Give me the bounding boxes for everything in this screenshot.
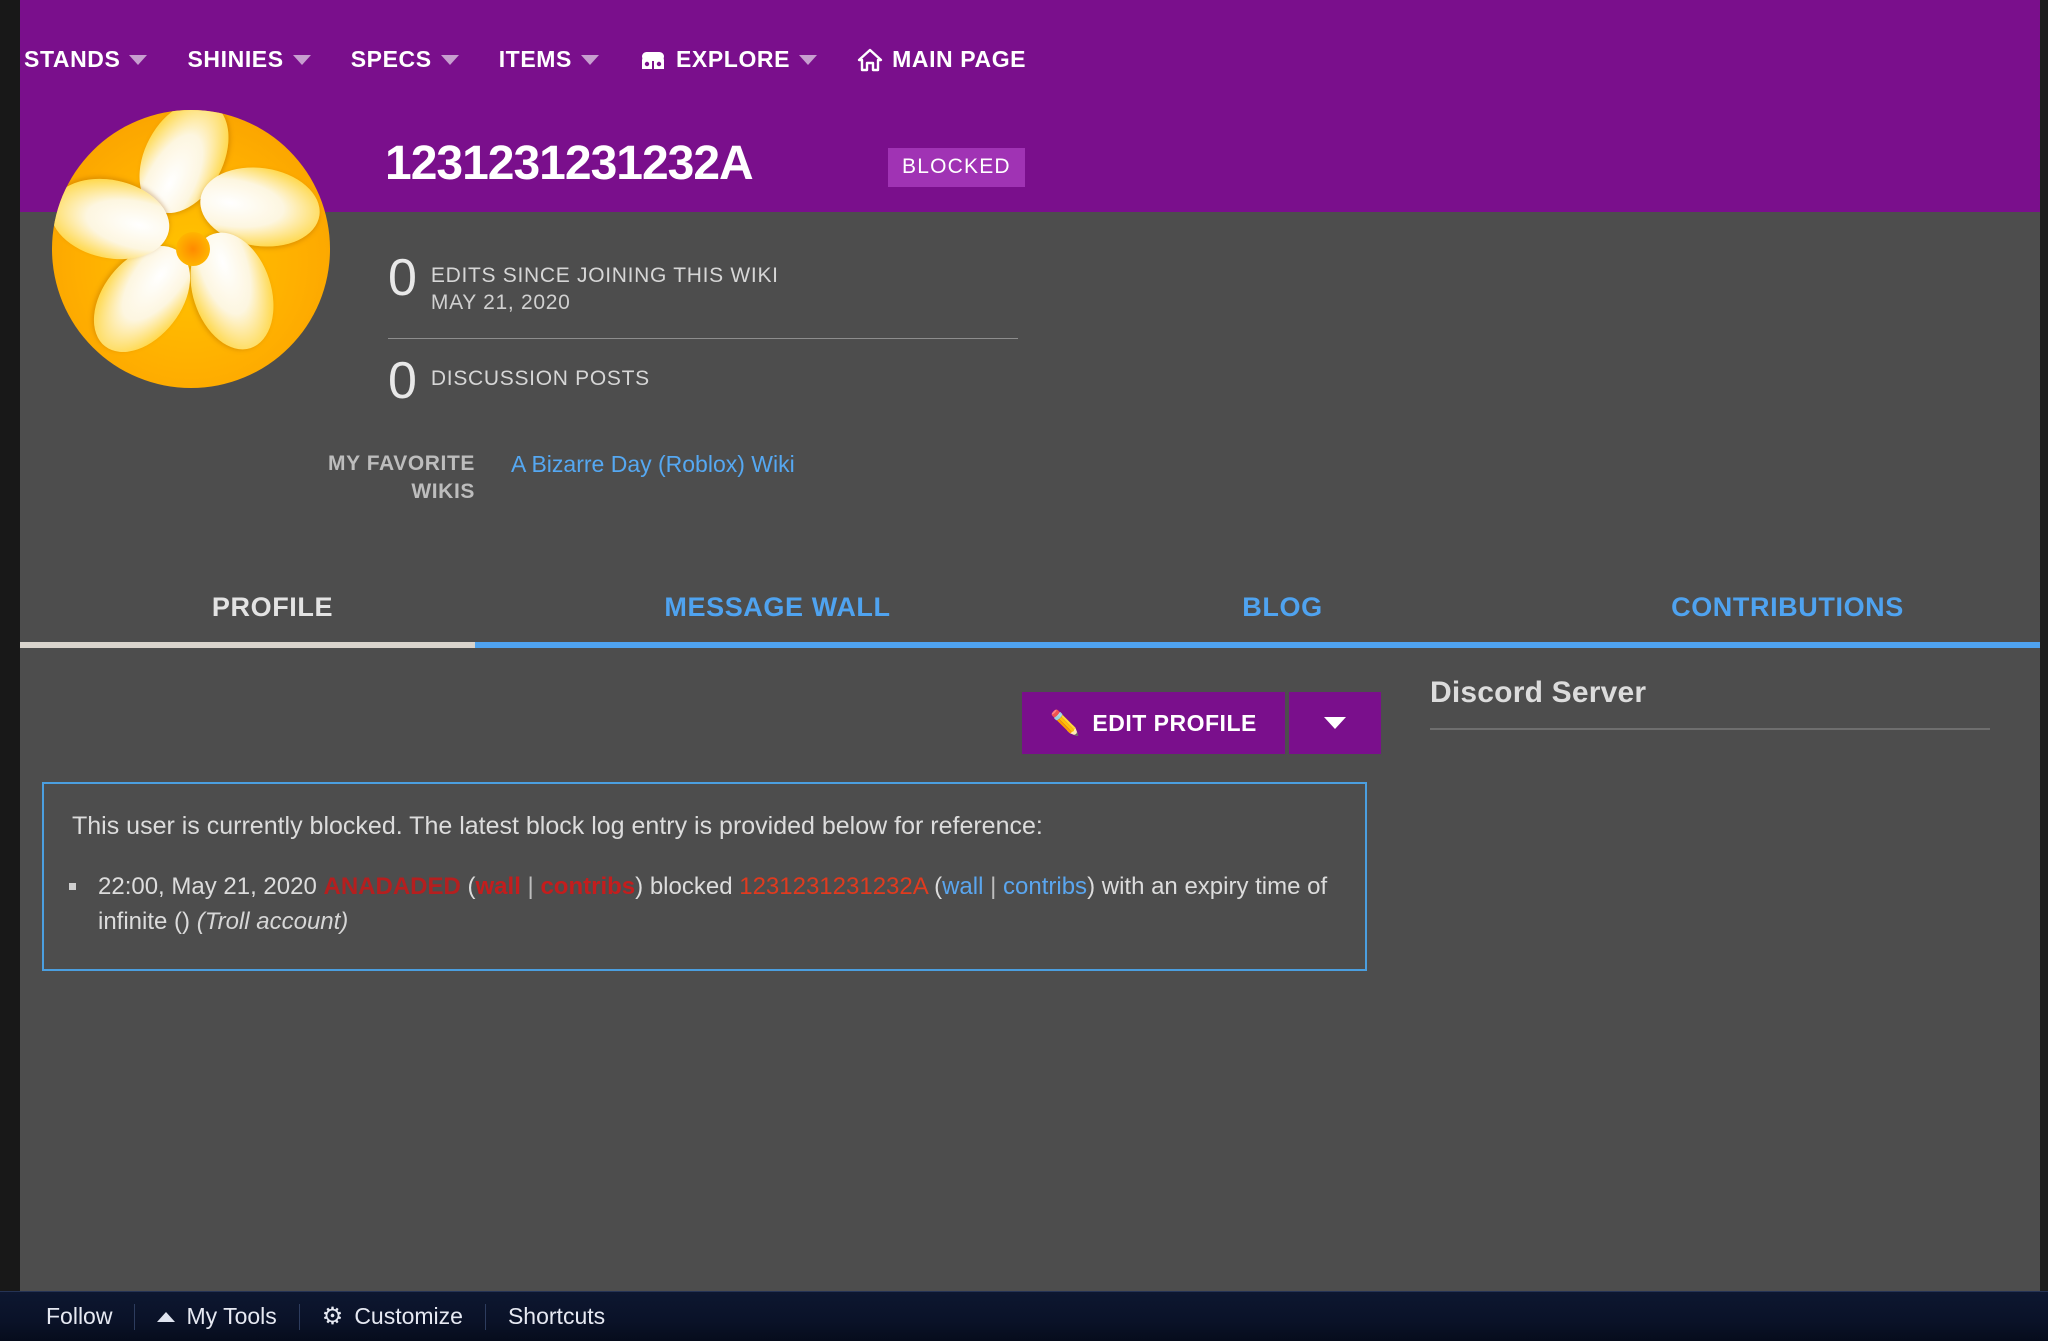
stat-edits-count: 0: [388, 254, 417, 303]
home-icon: [857, 48, 883, 72]
toolbar-customize-button[interactable]: ⚙ Customize: [300, 1302, 485, 1331]
block-log-entry: 22:00, May 21, 2020 ANADADED (wall | con…: [90, 870, 1337, 940]
profile-tabs: PROFILE MESSAGE WALL BLOG CONTRIBUTIONS: [20, 568, 2040, 646]
block-notice-intro: This user is currently blocked. The late…: [72, 810, 1337, 844]
profile-header-strip: [20, 106, 2040, 212]
profile-stats: 0 EDITS SINCE JOINING THIS WIKI MAY 21, …: [388, 246, 1028, 420]
page-root: FANDOM STANDS SHINIES SPECS ITEMS EXPLOR…: [0, 0, 2048, 1341]
chevron-down-icon: [1324, 717, 1346, 729]
stat-edits-date: MAY 21, 2020: [431, 289, 779, 317]
nav-label-specs: SPECS: [351, 46, 432, 73]
chevron-down-icon: [293, 55, 311, 65]
tab-message-wall[interactable]: MESSAGE WALL: [525, 568, 1030, 646]
toolbar-shortcuts-label: Shortcuts: [508, 1303, 605, 1330]
stat-posts: 0 DISCUSSION POSTS: [388, 349, 1028, 420]
nav-item-specs[interactable]: SPECS: [351, 46, 485, 73]
gear-icon: ⚙: [322, 1302, 344, 1331]
stat-edits: 0 EDITS SINCE JOINING THIS WIKI MAY 21, …: [388, 246, 1028, 332]
tab-profile[interactable]: PROFILE: [20, 568, 525, 646]
block-notice: This user is currently blocked. The late…: [42, 782, 1367, 971]
discord-server-panel: Discord Server: [1430, 676, 1990, 730]
left-edge-rail: [0, 0, 20, 1341]
tab-blog[interactable]: BLOG: [1030, 568, 1535, 646]
stat-edits-label: EDITS SINCE JOINING THIS WIKI: [431, 262, 779, 289]
block-reason: (Troll account): [197, 908, 349, 935]
toolbar-follow-label: Follow: [46, 1303, 112, 1330]
discord-server-divider: [1430, 728, 1990, 730]
nav-label-shinies: SHINIES: [187, 46, 283, 73]
tab-underline-active: [20, 642, 475, 648]
stat-posts-label: DISCUSSION POSTS: [431, 365, 650, 392]
explore-icon: [639, 49, 667, 71]
tab-profile-label: PROFILE: [212, 592, 333, 623]
block-admin-wall-link[interactable]: wall: [476, 873, 521, 900]
stats-divider: [388, 338, 1018, 339]
block-target-contribs-link[interactable]: contribs: [1003, 873, 1087, 900]
toolbar-shortcuts-button[interactable]: Shortcuts: [486, 1303, 627, 1330]
block-entry-timestamp: 22:00, May 21, 2020: [98, 873, 317, 900]
nav-item-shinies[interactable]: SHINIES: [187, 46, 336, 73]
edit-profile-button[interactable]: ✏️ EDIT PROFILE: [1022, 692, 1285, 754]
favorite-wikis-label: MY FAVORITE WIKIS: [260, 450, 475, 507]
tab-contributions[interactable]: CONTRIBUTIONS: [1535, 568, 2040, 646]
favorite-wikis: MY FAVORITE WIKIS A Bizarre Day (Roblox)…: [260, 450, 1140, 507]
edit-profile-label: EDIT PROFILE: [1092, 710, 1256, 737]
nav-label-explore: EXPLORE: [676, 46, 790, 73]
chevron-down-icon: [581, 55, 599, 65]
block-target-wall-link[interactable]: wall: [942, 873, 983, 900]
nav-item-explore[interactable]: EXPLORE: [639, 46, 843, 73]
triangle-up-icon: [157, 1312, 175, 1322]
block-target-link[interactable]: 1231231231232A: [739, 873, 927, 900]
chevron-down-icon: [441, 55, 459, 65]
nav-items: STANDS SHINIES SPECS ITEMS EXPLORE MAIN: [24, 46, 1066, 73]
toolbar-follow-button[interactable]: Follow: [0, 1303, 134, 1330]
chevron-down-icon: [129, 55, 147, 65]
nav-item-main-page[interactable]: MAIN PAGE: [857, 46, 1052, 73]
block-admin-link[interactable]: ANADADED: [324, 873, 461, 900]
tab-underline-rest: [475, 642, 2040, 648]
toolbar-customize-label: Customize: [354, 1303, 463, 1330]
pencil-icon: ✏️: [1050, 709, 1080, 738]
nav-label-stands: STANDS: [24, 46, 120, 73]
chevron-down-icon: [799, 55, 817, 65]
page-title: 1231231231232A: [385, 136, 753, 191]
block-action-text: blocked: [650, 873, 733, 900]
toolbar-my-tools-label: My Tools: [186, 1303, 276, 1330]
discord-server-title: Discord Server: [1430, 676, 1990, 710]
edit-profile-dropdown-button[interactable]: [1289, 692, 1381, 754]
tab-contributions-label: CONTRIBUTIONS: [1671, 592, 1904, 623]
toolbar-my-tools-button[interactable]: My Tools: [135, 1303, 298, 1330]
edit-profile-group: ✏️ EDIT PROFILE: [1022, 692, 1381, 754]
bottom-toolbar: Follow My Tools ⚙ Customize Shortcuts: [0, 1291, 2048, 1341]
nav-label-items: ITEMS: [499, 46, 572, 73]
tab-message-wall-label: MESSAGE WALL: [664, 592, 890, 623]
nav-item-stands[interactable]: STANDS: [24, 46, 173, 73]
block-admin-contribs-link[interactable]: contribs: [540, 873, 635, 900]
block-log-list: 22:00, May 21, 2020 ANADADED (wall | con…: [90, 870, 1337, 940]
stat-posts-count: 0: [388, 357, 417, 406]
favorite-wiki-link[interactable]: A Bizarre Day (Roblox) Wiki: [511, 450, 795, 507]
tab-blog-label: BLOG: [1242, 592, 1322, 623]
right-edge-rail: [2040, 0, 2048, 1341]
nav-label-main-page: MAIN PAGE: [892, 46, 1026, 73]
nav-item-items[interactable]: ITEMS: [499, 46, 625, 73]
tab-underline: [20, 642, 2040, 648]
status-badge: BLOCKED: [888, 148, 1025, 187]
avatar[interactable]: [52, 110, 330, 388]
